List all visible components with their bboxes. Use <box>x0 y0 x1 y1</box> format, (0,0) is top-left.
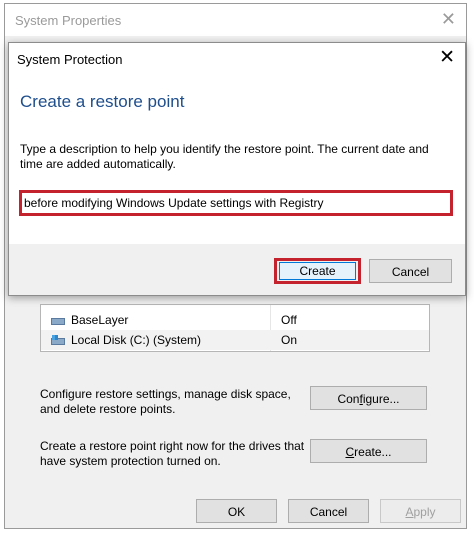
parent-titlebar: System Properties ✕ <box>5 4 466 36</box>
cancel-button[interactable]: Cancel <box>369 259 452 283</box>
configure-button[interactable]: Configure... <box>310 386 427 410</box>
instructions-text: Type a description to help you identify … <box>20 142 429 171</box>
apply-button: Apply <box>380 499 461 523</box>
drive-name: BaseLayer <box>71 313 129 327</box>
parent-cancel-button[interactable]: Cancel <box>288 499 369 523</box>
dialog-titlebar: System Protection ✕ <box>9 43 465 73</box>
drive-row-baselayer[interactable]: BaseLayer Off <box>41 310 429 330</box>
close-icon[interactable]: ✕ <box>439 47 455 69</box>
parent-close-icon[interactable]: ✕ <box>441 9 456 29</box>
create-button-highlight: Create <box>274 258 361 284</box>
ok-button[interactable]: OK <box>196 499 277 523</box>
dialog-content: Create a restore point Type a descriptio… <box>9 73 465 244</box>
dialog-title: System Protection <box>17 52 123 67</box>
drive-protection-status: On <box>281 333 298 347</box>
dialog-footer: Create Cancel <box>9 244 465 295</box>
create-restore-point-button[interactable]: Create... <box>310 439 427 463</box>
restore-point-description-input[interactable] <box>24 194 448 212</box>
create-description: Create a restore point right now for the… <box>40 439 305 468</box>
drive-list[interactable]: BaseLayer Off Local Disk (C:) (System) O… <box>40 304 430 352</box>
system-protection-dialog: System Protection ✕ Create a restore poi… <box>8 42 466 296</box>
create-button[interactable]: Create <box>279 262 356 280</box>
parent-window-title: System Properties <box>15 13 122 28</box>
drive-protection-status: Off <box>281 313 297 327</box>
system-drive-icon <box>51 335 65 345</box>
configure-description: Configure restore settings, manage disk … <box>40 387 291 416</box>
drive-icon <box>51 315 65 325</box>
dialog-heading: Create a restore point <box>20 92 185 111</box>
drive-row-local-disk[interactable]: Local Disk (C:) (System) On <box>41 330 429 350</box>
restore-point-description-field[interactable] <box>19 190 453 216</box>
drive-name: Local Disk (C:) (System) <box>71 333 202 347</box>
